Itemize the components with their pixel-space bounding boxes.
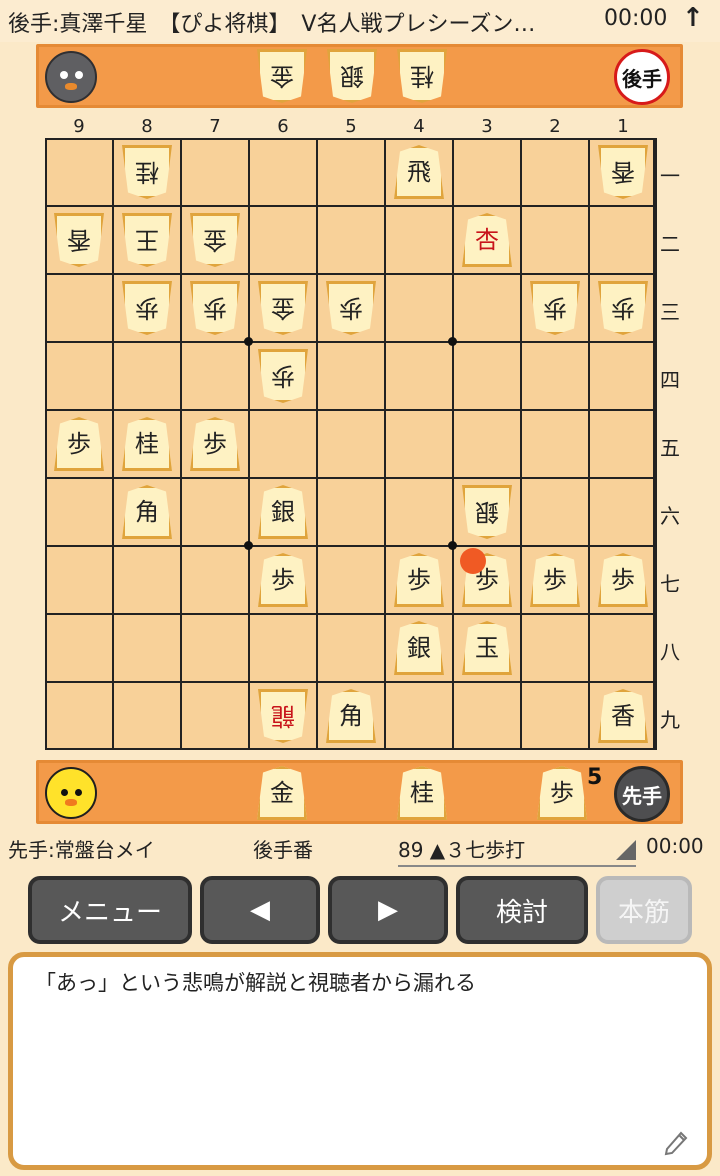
piece-sente[interactable]: 角	[326, 689, 376, 743]
rank-label: 三	[660, 300, 680, 324]
file-label: 2	[549, 116, 561, 137]
menu-button[interactable]: メニュー	[28, 876, 192, 944]
sente-hand: 金 桂 歩5 先手	[36, 760, 683, 824]
rank-label: 二	[660, 232, 680, 256]
last-move-marker	[460, 548, 486, 574]
game-title: 後手:真澤千星 【ぴよ将棋】 V名人戦プレシーズン…	[8, 12, 536, 37]
piece-sente[interactable]: 歩	[54, 417, 104, 471]
piece-sente[interactable]: 桂	[122, 417, 172, 471]
right-triangle-icon: ▶	[378, 895, 398, 925]
piece-gote[interactable]: 金	[190, 213, 240, 267]
sente-hand-piece[interactable]: 桂	[397, 766, 447, 820]
piece-gote[interactable]: 王	[122, 213, 172, 267]
piece-gote[interactable]: 龍	[258, 689, 308, 743]
piece-gote[interactable]: 歩	[530, 281, 580, 335]
dropdown-triangle-icon[interactable]	[616, 840, 636, 860]
file-label: 3	[481, 116, 493, 137]
piece-gote[interactable]: 銀	[462, 485, 512, 539]
piece-gote[interactable]: 金	[258, 281, 308, 335]
file-label: 6	[277, 116, 289, 137]
comment-text: 「あっ」という悲鳴が解説と視聴者から漏れる	[35, 971, 476, 995]
piece-gote[interactable]: 桂	[122, 145, 172, 199]
piece-sente[interactable]: 角	[122, 485, 172, 539]
comment-box[interactable]: 「あっ」という悲鳴が解説と視聴者から漏れる	[8, 952, 712, 1170]
rank-label: 八	[660, 640, 680, 664]
piece-gote[interactable]: 歩	[326, 281, 376, 335]
star-point	[448, 337, 457, 346]
gote-avatar	[45, 51, 97, 103]
file-label: 8	[141, 116, 153, 137]
rank-label: 六	[660, 504, 680, 528]
star-point	[448, 541, 457, 550]
piece-gote[interactable]: 歩	[190, 281, 240, 335]
piece-sente[interactable]: 飛	[394, 145, 444, 199]
file-label: 9	[73, 116, 85, 137]
rank-label: 五	[660, 436, 680, 460]
rank-label: 一	[660, 164, 680, 188]
gote-clock: 00:00	[604, 6, 668, 31]
piece-sente[interactable]: 玉	[462, 621, 512, 675]
shogi-board[interactable]: 桂飛香香王金杏歩歩金歩歩歩歩歩桂歩角銀銀歩歩歩歩歩銀玉龍角香	[45, 138, 657, 750]
star-point	[244, 337, 253, 346]
next-move-button[interactable]: ▶	[328, 876, 448, 944]
star-point	[244, 541, 253, 550]
file-label: 5	[345, 116, 357, 137]
gote-hand-piece[interactable]: 銀	[327, 49, 377, 103]
piece-sente[interactable]: 歩	[258, 553, 308, 607]
sente-clock: 00:00	[646, 834, 704, 858]
piece-sente[interactable]: 銀	[258, 485, 308, 539]
rank-label: 四	[660, 368, 680, 392]
sente-avatar	[45, 767, 97, 819]
sente-player-name: 先手:常盤台メイ	[8, 838, 155, 862]
piece-sente[interactable]: 歩	[598, 553, 648, 607]
piece-gote[interactable]: 歩	[598, 281, 648, 335]
prev-move-button[interactable]: ◀	[200, 876, 320, 944]
gote-hand-piece[interactable]: 桂	[397, 49, 447, 103]
file-label: 7	[209, 116, 221, 137]
gote-badge: 後手	[614, 49, 670, 105]
sente-hand-piece[interactable]: 金	[257, 766, 307, 820]
move-selector[interactable]: 89 ▲３七歩打	[398, 834, 636, 867]
piece-gote[interactable]: 歩	[258, 349, 308, 403]
left-triangle-icon: ◀	[250, 895, 270, 925]
review-button[interactable]: 検討	[456, 876, 588, 944]
piece-sente[interactable]: 銀	[394, 621, 444, 675]
piece-sente[interactable]: 歩	[394, 553, 444, 607]
piece-gote[interactable]: 香	[54, 213, 104, 267]
turn-indicator: 後手番	[253, 838, 313, 862]
up-arrow-icon[interactable]: ↑	[682, 3, 704, 33]
piece-gote[interactable]: 歩	[122, 281, 172, 335]
file-label: 4	[413, 116, 425, 137]
rank-label: 七	[660, 572, 680, 596]
top-bar: 後手:真澤千星 【ぴよ将棋】 V名人戦プレシーズン… 00:00 ↑	[0, 0, 720, 42]
piece-sente[interactable]: 香	[598, 689, 648, 743]
piece-sente[interactable]: 杏	[462, 213, 512, 267]
main-line-button: 本筋	[596, 876, 692, 944]
gote-hand: 金銀桂 後手	[36, 44, 683, 108]
gote-hand-piece[interactable]: 金	[257, 49, 307, 103]
hand-piece-count: 5	[587, 765, 603, 790]
file-label: 1	[617, 116, 629, 137]
rank-label: 九	[660, 708, 680, 732]
pencil-icon[interactable]	[661, 1125, 693, 1157]
sente-badge: 先手	[614, 766, 670, 822]
piece-gote[interactable]: 香	[598, 145, 648, 199]
piece-sente[interactable]: 歩	[190, 417, 240, 471]
status-bar: 先手:常盤台メイ 後手番 89 ▲３七歩打 00:00	[0, 830, 720, 867]
piece-sente[interactable]: 歩	[530, 553, 580, 607]
sente-hand-piece[interactable]: 歩	[537, 766, 587, 820]
